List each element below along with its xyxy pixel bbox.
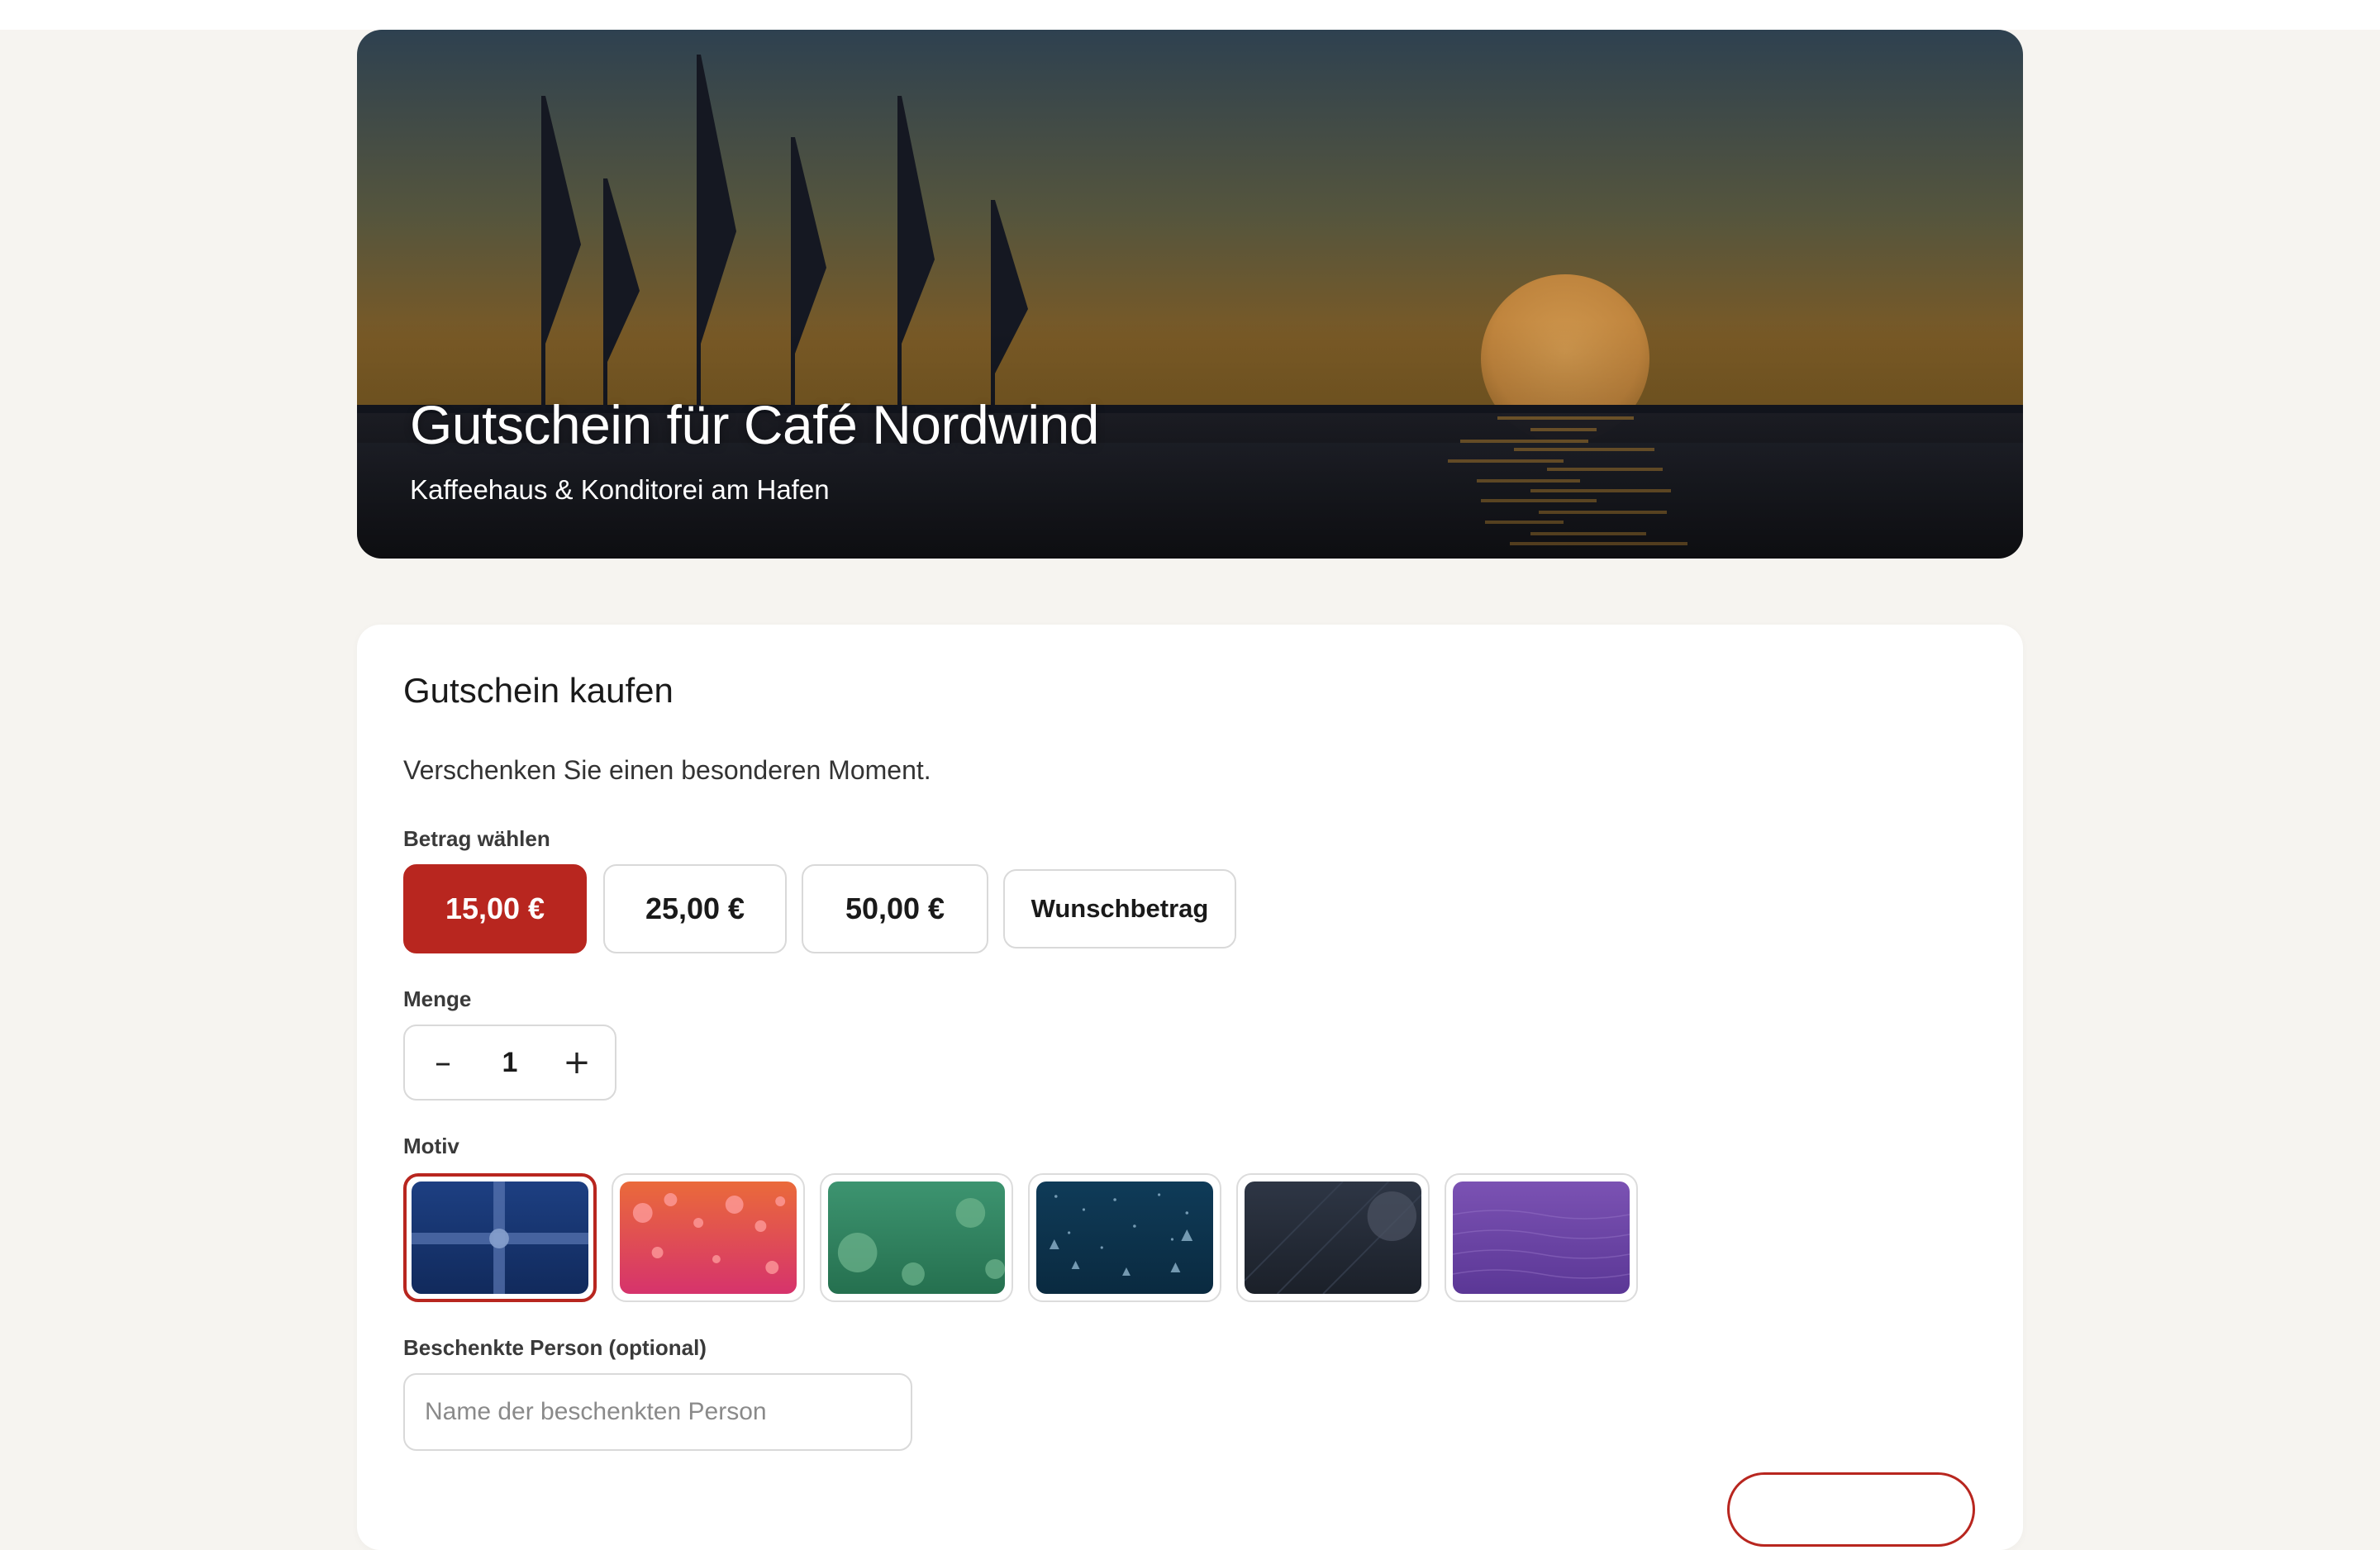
minus-icon[interactable]: –: [420, 1039, 466, 1086]
next-step-button[interactable]: [1727, 1472, 1975, 1547]
amount-option-50[interactable]: 50,00 €: [802, 864, 988, 953]
quantity-stepper: – 1 +: [403, 1025, 616, 1101]
motif-option-waves-purple[interactable]: [1445, 1173, 1638, 1302]
motif-label: Motiv: [403, 1134, 459, 1158]
ribbon-gift-icon: [412, 1182, 588, 1294]
hero-subtitle: Kaffeehaus & Konditorei am Hafen: [410, 474, 830, 505]
flowers-icon: [828, 1182, 1005, 1294]
motif-option-ribbon-navy[interactable]: [403, 1173, 597, 1302]
stars-icon: [1036, 1182, 1213, 1294]
amount-option-15[interactable]: 15,00 €: [403, 864, 587, 953]
card-title: Gutschein kaufen: [403, 671, 674, 710]
motif-option-bubbles-coral[interactable]: [612, 1173, 805, 1302]
amount-label: Betrag wählen: [403, 826, 550, 851]
hero-banner: Gutschein für Café Nordwind Kaffeehaus &…: [357, 30, 2023, 559]
amount-option-custom[interactable]: Wunschbetrag: [1003, 869, 1236, 949]
motif-option-moon-slate[interactable]: [1236, 1173, 1430, 1302]
top-bar: [0, 0, 2380, 30]
card-subtitle: Verschenken Sie einen besonderen Moment.: [403, 755, 931, 785]
quantity-value: 1: [502, 1046, 518, 1078]
recipient-label: Beschenkte Person (optional): [403, 1335, 707, 1360]
motif-option-stars-teal[interactable]: [1028, 1173, 1221, 1302]
moon-icon: [1245, 1182, 1421, 1294]
amount-option-25[interactable]: 25,00 €: [603, 864, 787, 953]
plus-icon[interactable]: +: [554, 1039, 600, 1086]
bubbles-icon: [620, 1182, 797, 1294]
motif-option-flowers-green[interactable]: [820, 1173, 1013, 1302]
hero-title: Gutschein für Café Nordwind: [410, 394, 1099, 455]
waves-icon: [1453, 1182, 1630, 1294]
recipient-name-input[interactable]: [403, 1373, 912, 1451]
voucher-purchase-card: Gutschein kaufen Verschenken Sie einen b…: [357, 625, 2023, 1550]
quantity-label: Menge: [403, 987, 472, 1011]
